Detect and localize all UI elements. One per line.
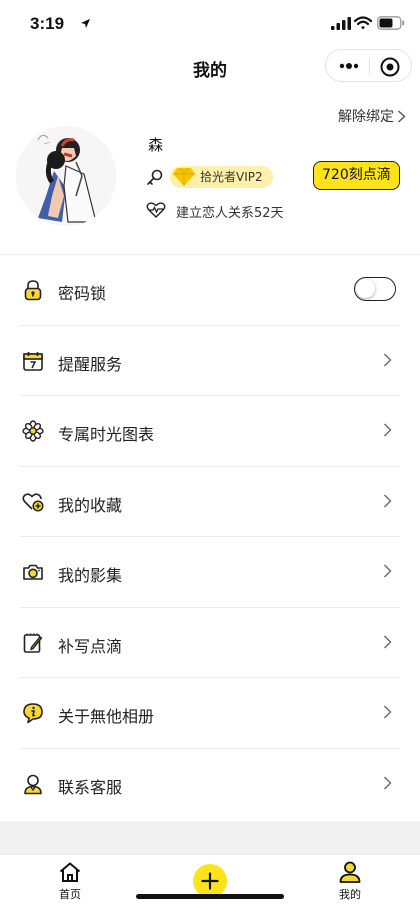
- menu-item-about[interactable]: 关于無他相册: [0, 678, 420, 749]
- menu-item-reminder[interactable]: 提醒服务: [0, 326, 420, 396]
- home-indicator: [136, 894, 284, 899]
- close-mini-program-icon[interactable]: [379, 56, 401, 78]
- chevron-right-icon: [384, 353, 392, 366]
- location-arrow-icon: [80, 18, 91, 29]
- chevron-right-icon: [384, 776, 392, 789]
- user-name: 森: [148, 136, 164, 154]
- wifi-icon: [354, 16, 372, 30]
- camera-icon: [23, 564, 43, 580]
- menu-label: 提醒服务: [58, 354, 123, 374]
- tab-home[interactable]: 首页: [40, 861, 100, 902]
- status-time: 3:19: [30, 14, 65, 33]
- unbind-link[interactable]: 解除绑定: [338, 106, 406, 126]
- tab-mine-label: 我的: [339, 888, 361, 901]
- nav-bar: 我的: [0, 46, 420, 90]
- customer-service-icon: [24, 774, 42, 794]
- menu-item-password-lock[interactable]: 密码锁: [0, 255, 420, 326]
- heart-plus-icon: [22, 492, 44, 512]
- unbind-label: 解除绑定: [338, 109, 394, 125]
- add-button[interactable]: [193, 864, 227, 898]
- menu-label: 我的影集: [58, 566, 123, 585]
- menu-item-customer-service[interactable]: 联系客服: [0, 749, 420, 820]
- menu-label: 补写点滴: [58, 636, 123, 656]
- info-icon: [23, 703, 43, 724]
- chevron-right-icon: [384, 705, 392, 719]
- calendar-icon: [23, 351, 43, 371]
- vip-badge[interactable]: 拾光者VIP2: [170, 166, 273, 188]
- chevron-right-icon: [384, 494, 392, 507]
- menu-label: 关于無他相册: [58, 707, 155, 726]
- plus-icon: [201, 872, 219, 890]
- heartbeat-icon: [146, 202, 166, 218]
- battery-icon: [377, 16, 405, 30]
- chevron-right-icon: [398, 109, 406, 123]
- relation-text: 建立恋人关系52天: [176, 206, 284, 221]
- menu-item-albums[interactable]: 我的影集: [0, 537, 420, 608]
- more-icon[interactable]: [338, 60, 360, 72]
- capsule-divider: [369, 58, 370, 75]
- lock-icon: [24, 280, 42, 301]
- points-button[interactable]: 720刻点滴: [313, 161, 400, 190]
- key-icon: [147, 169, 163, 185]
- tab-mine[interactable]: 我的: [320, 861, 380, 902]
- menu-item-favorites[interactable]: 我的收藏: [0, 467, 420, 537]
- home-icon: [59, 862, 81, 882]
- menu-label: 专属时光图表: [58, 425, 155, 444]
- diamond-icon: [173, 167, 195, 186]
- vip-label: 拾光者VIP2: [200, 170, 263, 184]
- chevron-right-icon: [384, 423, 392, 437]
- menu-label: 我的收藏: [58, 495, 123, 515]
- menu-item-make-up-entry[interactable]: 补写点滴: [0, 608, 420, 678]
- chevron-right-icon: [384, 635, 392, 648]
- password-lock-toggle[interactable]: [354, 277, 396, 301]
- user-icon: [339, 861, 361, 883]
- menu-item-time-chart[interactable]: 专属时光图表: [0, 396, 420, 467]
- menu-label: 密码锁: [58, 284, 107, 303]
- bottom-spacer: [0, 821, 420, 854]
- notepad-pen-icon: [23, 633, 43, 653]
- flower-icon: [22, 420, 44, 442]
- menu-list: 密码锁 提醒服务 专属时光图表 我的收藏 我的影集 补写点滴 关于無他相册 联系…: [0, 255, 420, 819]
- mini-program-capsule: [325, 49, 412, 82]
- tab-bar: 首页 我的: [0, 854, 420, 909]
- menu-label: 联系客服: [58, 777, 123, 797]
- tab-home-label: 首页: [59, 888, 81, 901]
- status-bar: 3:19: [0, 0, 420, 48]
- avatar[interactable]: [16, 126, 116, 226]
- toggle-knob: [356, 279, 375, 298]
- couple-illustration: [16, 126, 116, 226]
- signal-icon: [331, 17, 351, 30]
- chevron-right-icon: [384, 564, 392, 578]
